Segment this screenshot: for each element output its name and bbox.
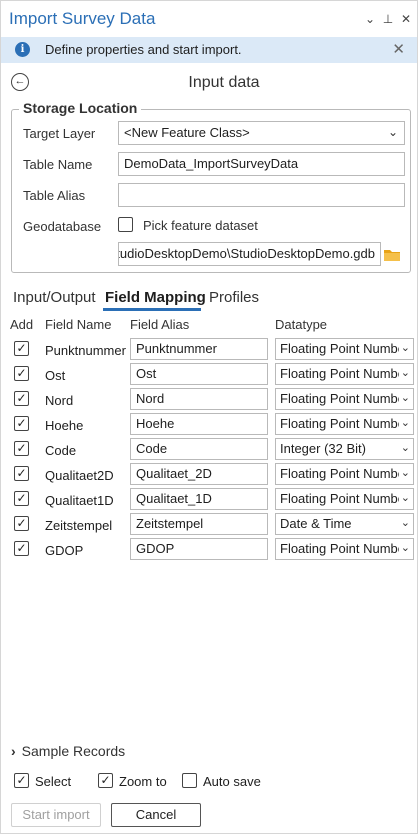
geodatabase-path-value: \StudioDesktopDemo\StudioDesktopDemo.gdb: [118, 246, 375, 261]
chevron-down-icon: ⌄: [398, 416, 410, 429]
datatype-select[interactable]: Floating Point Number ⌄: [275, 388, 414, 410]
zoom-to-checkbox[interactable]: ✓: [98, 773, 113, 788]
chevron-down-icon: ⌄: [387, 125, 398, 139]
field-alias-input[interactable]: Ost: [130, 363, 268, 385]
chevron-down-icon: ⌄: [398, 516, 410, 529]
field-alias-input[interactable]: Code: [130, 438, 268, 460]
field-name: Qualitaet1D: [45, 493, 114, 508]
info-icon: i: [15, 42, 30, 57]
field-name: Qualitaet2D: [45, 468, 114, 483]
datatype-value: Integer (32 Bit): [280, 441, 366, 456]
add-field-checkbox[interactable]: ✓: [14, 516, 29, 531]
target-layer-select[interactable]: <New Feature Class> ⌄: [118, 121, 405, 145]
auto-save-label: Auto save: [203, 774, 261, 789]
add-field-checkbox[interactable]: ✓: [14, 366, 29, 381]
field-alias-input[interactable]: Qualitaet_1D: [130, 488, 268, 510]
field-name: Nord: [45, 393, 74, 408]
datatype-select[interactable]: Floating Point Number ⌄: [275, 488, 414, 510]
add-field-checkbox[interactable]: ✓: [14, 491, 29, 506]
chevron-down-icon: ⌄: [398, 466, 410, 479]
datatype-select[interactable]: Date & Time ⌄: [275, 513, 414, 535]
title-bar: Import Survey Data ⌄ ⊥ ✕: [1, 1, 417, 37]
chevron-down-icon: ⌄: [398, 441, 410, 454]
add-field-checkbox[interactable]: ✓: [14, 541, 29, 556]
add-field-checkbox[interactable]: ✓: [14, 416, 29, 431]
chevron-down-icon: ⌄: [398, 391, 410, 404]
close-icon[interactable]: ✕: [399, 11, 413, 27]
sample-records-label: Sample Records: [21, 743, 126, 759]
page-title: Input data: [188, 74, 260, 91]
field-name: Hoehe: [45, 418, 84, 433]
field-alias-input[interactable]: Qualitaet_2D: [130, 463, 268, 485]
info-bar: i Define properties and start import. ✕: [1, 37, 417, 63]
field-name: Zeitstempel: [45, 518, 113, 533]
pick-feature-dataset-label: Pick feature dataset: [143, 218, 258, 233]
chevron-down-icon: ⌄: [398, 491, 410, 504]
datatype-select[interactable]: Floating Point Number ⌄: [275, 538, 414, 560]
add-field-checkbox[interactable]: ✓: [14, 341, 29, 356]
import-survey-data-pane: Import Survey Data ⌄ ⊥ ✕ i Define proper…: [0, 0, 418, 834]
add-field-checkbox[interactable]: ✓: [14, 466, 29, 481]
folder-icon[interactable]: [382, 245, 402, 265]
chevron-down-icon: ⌄: [398, 366, 410, 379]
table-name-input[interactable]: DemoData_ImportSurveyData: [118, 152, 405, 176]
start-import-button[interactable]: Start import: [11, 803, 101, 827]
field-name: Ost: [45, 368, 66, 383]
tab-field-mapping[interactable]: Field Mapping: [105, 289, 206, 306]
tab-profiles[interactable]: Profiles: [209, 289, 259, 306]
datatype-select[interactable]: Integer (32 Bit) ⌄: [275, 438, 414, 460]
header-datatype: Datatype: [275, 317, 328, 332]
datatype-value: Floating Point Number: [280, 416, 410, 431]
pick-feature-dataset-checkbox[interactable]: [118, 217, 133, 232]
datatype-value: Floating Point Number: [280, 491, 410, 506]
header-field-name: Field Name: [45, 317, 112, 332]
select-checkbox[interactable]: ✓: [14, 773, 29, 788]
datatype-value: Floating Point Number: [280, 466, 410, 481]
geodatabase-path-input[interactable]: \StudioDesktopDemo\StudioDesktopDemo.gdb: [118, 242, 381, 266]
pin-icon[interactable]: ⊥: [381, 11, 395, 27]
header-field-alias: Field Alias: [130, 317, 190, 332]
chevron-right-icon: ›: [11, 743, 16, 759]
add-field-checkbox[interactable]: ✓: [14, 441, 29, 456]
field-name: Punktnummer: [45, 343, 126, 358]
datatype-value: Date & Time: [280, 516, 352, 531]
chevron-down-icon: ⌄: [398, 341, 410, 354]
table-alias-input[interactable]: [118, 183, 405, 207]
geodatabase-label: Geodatabase: [23, 219, 102, 234]
storage-location-legend: Storage Location: [19, 100, 142, 116]
auto-save-checkbox[interactable]: [182, 773, 197, 788]
chevron-down-icon[interactable]: ⌄: [363, 11, 377, 27]
header-add: Add: [10, 317, 34, 332]
datatype-value: Floating Point Number: [280, 391, 410, 406]
datatype-value: Floating Point Number: [280, 341, 410, 356]
table-name-label: Table Name: [23, 157, 93, 172]
datatype-select[interactable]: Floating Point Number ⌄: [275, 338, 414, 360]
cancel-button[interactable]: Cancel: [111, 803, 201, 827]
active-tab-indicator: [103, 308, 201, 311]
close-icon[interactable]: ✕: [392, 40, 405, 58]
chevron-down-icon: ⌄: [398, 541, 410, 554]
field-alias-input[interactable]: Zeitstempel: [130, 513, 268, 535]
datatype-value: Floating Point Number: [280, 366, 410, 381]
pane-title: Import Survey Data: [9, 9, 156, 28]
table-alias-label: Table Alias: [23, 188, 86, 203]
datatype-select[interactable]: Floating Point Number ⌄: [275, 363, 414, 385]
target-layer-value: <New Feature Class>: [124, 125, 250, 140]
field-alias-input[interactable]: Nord: [130, 388, 268, 410]
field-alias-input[interactable]: Hoehe: [130, 413, 268, 435]
field-name: GDOP: [45, 543, 84, 558]
sample-records-expander[interactable]: › Sample Records: [11, 743, 125, 759]
datatype-select[interactable]: Floating Point Number ⌄: [275, 463, 414, 485]
info-message: Define properties and start import.: [45, 42, 242, 57]
datatype-select[interactable]: Floating Point Number ⌄: [275, 413, 414, 435]
add-field-checkbox[interactable]: ✓: [14, 391, 29, 406]
field-alias-input[interactable]: Punktnummer: [130, 338, 268, 360]
select-label: Select: [35, 774, 72, 789]
field-alias-input[interactable]: GDOP: [130, 538, 268, 560]
field-name: Code: [45, 443, 77, 458]
zoom-to-label: Zoom to: [119, 774, 167, 789]
tab-input-output[interactable]: Input/Output: [13, 289, 96, 306]
datatype-value: Floating Point Number: [280, 541, 410, 556]
target-layer-label: Target Layer: [23, 126, 96, 141]
